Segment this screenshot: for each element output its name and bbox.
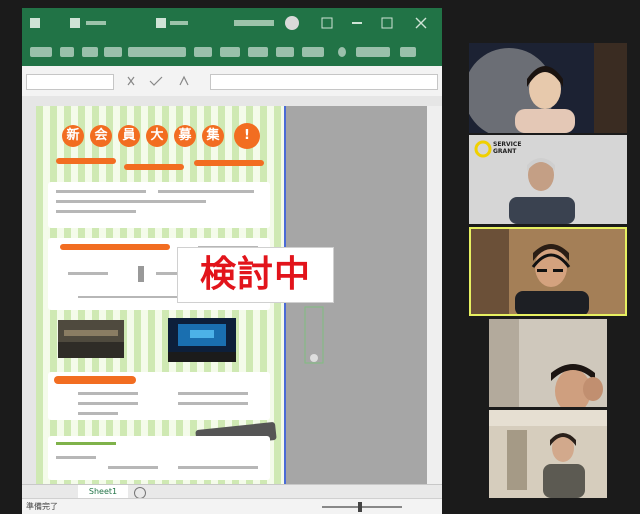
cancel-icon (127, 76, 135, 86)
tab-review[interactable] (248, 47, 268, 57)
participant-tile-3[interactable] (469, 227, 627, 316)
info-panel (48, 372, 270, 420)
title-bar (22, 8, 442, 38)
minimize-icon (352, 22, 362, 24)
cursor-icon (310, 354, 318, 362)
formula-buttons[interactable] (122, 74, 202, 88)
tab-insert[interactable] (82, 47, 98, 57)
maximize-icon (381, 17, 393, 29)
tab-view[interactable] (276, 47, 294, 57)
headline-char: ! (234, 123, 260, 149)
subtitle-arc-left (56, 158, 116, 164)
close-icon (415, 17, 427, 29)
headline-char: 募 (174, 125, 196, 147)
quick-access-toolbar[interactable] (30, 16, 442, 32)
status-bar: 準備完了 (22, 498, 442, 514)
section-heading (54, 376, 136, 384)
headline-char: 会 (90, 125, 112, 147)
contact-panel (48, 436, 270, 480)
text-line (56, 190, 146, 193)
text-line (56, 456, 96, 459)
file-title (234, 20, 274, 26)
text-line (158, 190, 254, 193)
vertical-scrollbar[interactable] (427, 106, 442, 484)
tab-home[interactable] (60, 47, 74, 57)
account-avatar-icon (285, 16, 299, 30)
text-line (56, 200, 206, 203)
glasses-icon (537, 269, 547, 272)
text-line (178, 402, 248, 405)
text-line (108, 466, 158, 469)
text-line (178, 466, 258, 469)
text-line (78, 412, 118, 415)
share-icon[interactable] (400, 47, 416, 57)
customize-icon (156, 18, 166, 28)
formula-bar (22, 66, 442, 97)
review-stamp: 検討中 (177, 247, 334, 303)
text-line (56, 442, 116, 445)
shape-placeholder[interactable] (304, 306, 328, 370)
text-line (78, 392, 138, 395)
subtitle-arc-right (194, 160, 264, 166)
text-line (56, 210, 136, 213)
intro-panel (48, 182, 270, 228)
formula-input[interactable] (210, 74, 438, 90)
text-line (138, 266, 144, 282)
section-heading (60, 244, 170, 250)
autosave-icon (30, 18, 40, 28)
subtitle-arc-middle (124, 164, 184, 170)
function-icon (179, 75, 189, 86)
photo-gathering (58, 320, 124, 358)
text-line (78, 402, 138, 405)
participant-tile-5[interactable] (489, 410, 607, 498)
zoom-slider[interactable] (322, 506, 402, 508)
participant-tile-1[interactable] (469, 43, 627, 133)
tab-help[interactable] (302, 47, 324, 57)
tab-formulas[interactable] (194, 47, 212, 57)
headline-char: 集 (202, 125, 224, 147)
save-icon (70, 18, 80, 28)
participant-video (489, 319, 607, 407)
text-line (178, 392, 248, 395)
headline-char: 員 (118, 125, 140, 147)
participant-tile-4[interactable] (489, 319, 607, 407)
tab-data[interactable] (220, 47, 240, 57)
tab-page-layout[interactable] (128, 47, 186, 57)
dropdown-icon (170, 21, 188, 25)
ribbon-display-icon (321, 17, 333, 29)
status-text: 準備完了 (26, 502, 58, 511)
tab-draw[interactable] (104, 47, 122, 57)
undo-icon (86, 21, 106, 25)
participant-tile-2[interactable]: SERVICE GRANT (469, 135, 627, 224)
tab-file[interactable] (30, 47, 52, 57)
row-header (22, 106, 37, 484)
participant-video (469, 43, 627, 133)
name-box[interactable] (26, 74, 114, 90)
participant-video (469, 227, 627, 316)
lightbulb-icon[interactable] (338, 47, 346, 57)
logo-text-line2: GRANT (493, 148, 517, 155)
logo-text-line1: SERVICE (493, 141, 522, 148)
flyer-headline: 新 会 員 大 募 集 ! (48, 120, 270, 152)
enter-icon (149, 76, 163, 86)
headline-char: 新 (62, 125, 84, 147)
headline-char: 大 (146, 125, 168, 147)
sheet-tabs: Sheet1 (22, 484, 442, 500)
ribbon-tabs[interactable] (22, 38, 442, 66)
photo-stage (168, 318, 236, 362)
text-line (68, 272, 108, 275)
zoom-thumb[interactable] (358, 502, 362, 512)
tab-search[interactable] (356, 47, 390, 57)
participant-video (489, 410, 607, 498)
